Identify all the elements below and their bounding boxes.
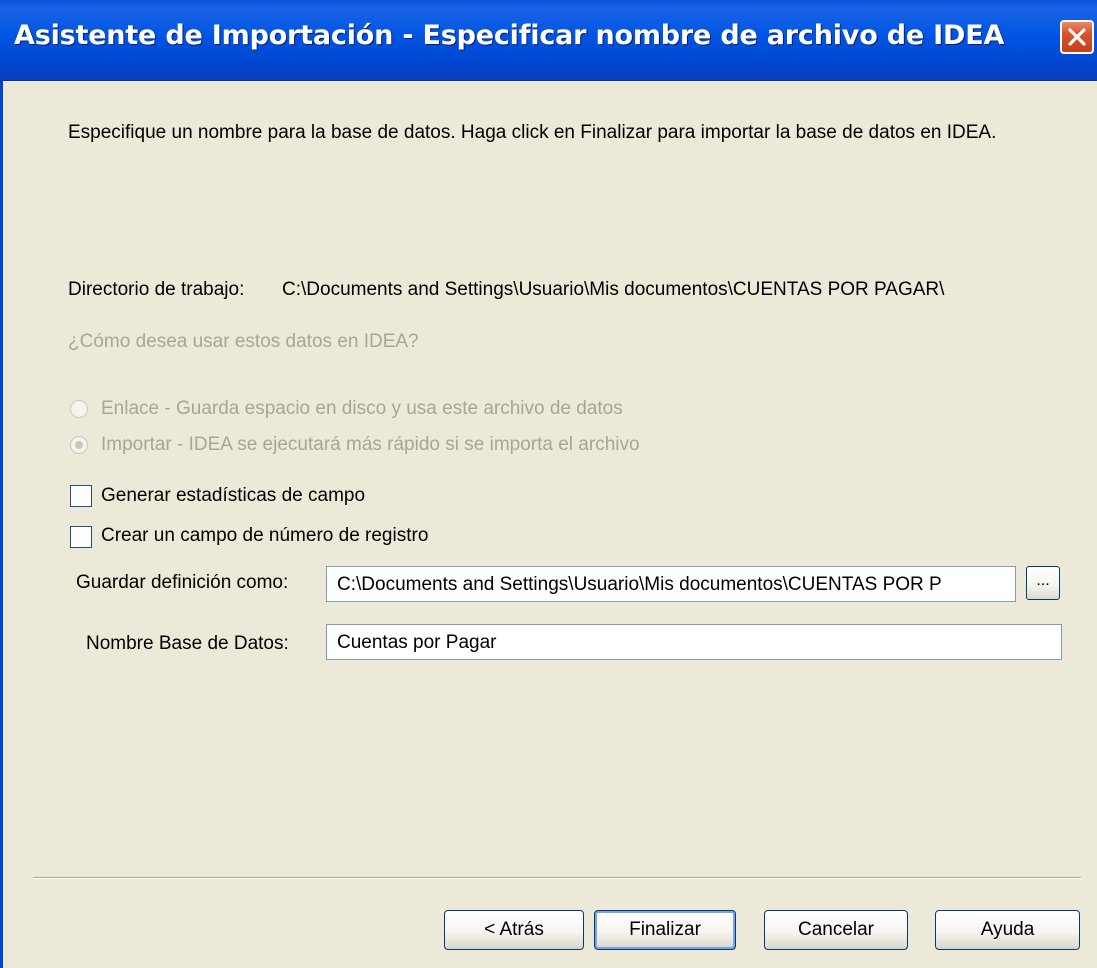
close-button[interactable] [1060, 20, 1094, 54]
database-name-input[interactable]: Cuentas por Pagar [326, 624, 1062, 660]
title-bar: Asistente de Importación - Especificar n… [0, 0, 1097, 81]
window-left-border [0, 81, 3, 968]
cancel-button[interactable]: Cancelar [764, 910, 908, 950]
usage-question: ¿Cómo desea usar estos datos en IDEA? [68, 331, 419, 352]
save-definition-input[interactable]: C:\Documents and Settings\Usuario\Mis do… [326, 566, 1016, 602]
working-dir-label: Directorio de trabajo: [68, 279, 245, 300]
browse-button[interactable]: ... [1026, 566, 1060, 600]
dialog-body: Especifique un nombre para la base de da… [0, 81, 1097, 968]
checkbox-record-number-label: Crear un campo de número de registro [101, 525, 429, 546]
checkbox-field-stats-box[interactable] [70, 485, 92, 507]
separator-highlight [33, 878, 1081, 879]
radio-import[interactable] [70, 436, 88, 454]
help-button[interactable]: Ayuda [935, 910, 1080, 950]
back-button[interactable]: < Atrás [444, 910, 584, 950]
checkbox-field-stats-label: Generar estadísticas de campo [101, 485, 366, 506]
finish-button[interactable]: Finalizar [594, 910, 736, 950]
instructions-text: Especifique un nombre para la base de da… [68, 122, 997, 143]
database-name-label: Nombre Base de Datos: [86, 633, 289, 654]
close-icon [1068, 28, 1086, 46]
window-title: Asistente de Importación - Especificar n… [14, 20, 1005, 51]
radio-import-label: Importar - IDEA se ejecutará más rápido … [101, 434, 640, 455]
radio-link[interactable] [70, 400, 88, 418]
save-definition-label: Guardar definición como: [76, 572, 289, 593]
radio-link-label: Enlace - Guarda espacio en disco y usa e… [101, 398, 623, 419]
checkbox-record-number-box[interactable] [70, 526, 92, 548]
radio-selected-dot [75, 441, 83, 449]
working-dir-value: C:\Documents and Settings\Usuario\Mis do… [282, 279, 945, 300]
